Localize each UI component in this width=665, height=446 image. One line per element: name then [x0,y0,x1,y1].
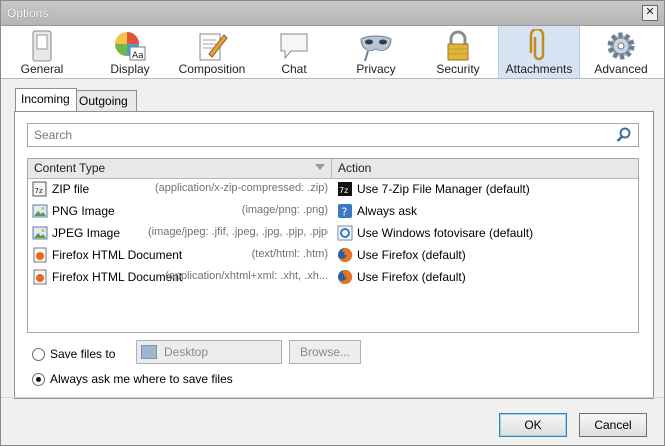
tab-outgoing[interactable]: Outgoing [73,90,137,111]
action-label: Use 7-Zip File Manager (default) [357,182,530,196]
type-name: Firefox HTML Document [52,270,183,284]
mask-icon [360,35,392,62]
content-type-list[interactable]: Content Type Action 7z ZIP file (applica… [27,158,639,333]
pane-display-button[interactable]: Aa Display [95,26,165,78]
column-label: Action [338,161,372,175]
incoming-panel: Search Content Type Action 7z ZIP file (… [14,111,654,399]
window-title: Options [7,6,49,20]
pane-label: Display [110,62,150,76]
html-file-icon [33,269,47,285]
mime-type: (application/xhtml+xml: .xht, .xh... [165,270,328,282]
ok-button[interactable]: OK [499,413,567,437]
mime-type: (image/jpeg: .jfif, .jpeg, .jpg, .pjp, .… [148,226,328,238]
image-file-icon [32,226,48,240]
mime-type: (application/x-zip-compressed: .zip) [154,182,328,194]
table-row[interactable]: JPEG Image (image/jpeg: .jfif, .jpeg, .j… [28,222,638,244]
pane-label: General [20,62,64,76]
action-label: Use Firefox (default) [357,248,466,262]
svg-text:?: ? [342,206,348,219]
type-name: JPEG Image [52,226,121,240]
compose-icon [199,33,228,61]
firefox-icon [338,247,353,262]
action-label: Use Windows fotovisare (default) [357,226,534,240]
type-name: PNG Image [52,204,115,218]
browse-button[interactable]: Browse... [289,340,361,364]
search-input[interactable]: Search [27,123,639,147]
content-type-cell: Firefox HTML Document (application/xhtml… [32,269,332,285]
pane-label: Privacy [356,62,396,76]
close-button[interactable]: ✕ [642,5,658,21]
firefox-icon [338,269,353,284]
list-header: Content Type Action [28,159,638,179]
pane-label: Chat [281,62,307,76]
pane-chat-button[interactable]: Chat [259,26,329,78]
ask-icon: ? [338,204,352,219]
content-type-cell: 7z ZIP file (application/x-zip-compresse… [32,181,332,197]
divider [1,397,664,398]
zip-file-icon: 7z [32,181,47,197]
chat-icon [280,33,308,60]
action-cell[interactable]: 7z Use 7-Zip File Manager (default) [337,181,627,197]
svg-text:7z: 7z [339,186,348,195]
table-row[interactable]: Firefox HTML Document (application/xhtml… [28,266,638,288]
column-header-action[interactable]: Action [332,159,637,178]
palette-icon: Aa [115,32,146,61]
table-row[interactable]: Firefox HTML Document (text/html: .htm) … [28,244,638,266]
pane-label: Advanced [594,62,648,76]
folder-name: Desktop [164,345,209,359]
sort-arrow-icon [315,164,325,170]
pane-attachments-button[interactable]: Attachments [498,26,580,78]
action-cell[interactable]: Use Firefox (default) [337,269,627,285]
mime-type: (image/png: .png) [241,204,328,216]
mime-type: (text/html: .htm) [251,248,328,260]
tab-incoming[interactable]: Incoming [15,88,77,111]
save-files-to-label[interactable]: Save files to [50,347,115,361]
cancel-button[interactable]: Cancel [579,413,647,437]
lock-icon [447,30,469,61]
pane-privacy-button[interactable]: Privacy [341,26,411,78]
paperclip-icon [529,29,545,61]
pane-advanced-button[interactable]: Advanced [586,26,656,78]
folder-icon [141,345,157,359]
type-name: Firefox HTML Document [52,248,183,262]
gear-icon [607,32,635,60]
pane-general-button[interactable]: General [7,26,77,78]
save-files-to-radio[interactable] [32,348,45,361]
table-row[interactable]: PNG Image (image/png: .png) ? Always ask [28,200,638,222]
svg-text:Aa: Aa [132,51,144,61]
action-cell[interactable]: Use Windows fotovisare (default) [337,225,627,241]
search-icon[interactable] [616,127,632,143]
column-header-content-type[interactable]: Content Type [28,159,332,178]
action-cell[interactable]: ? Always ask [337,203,627,219]
always-ask-label[interactable]: Always ask me where to save files [50,372,233,386]
always-ask-radio[interactable] [32,373,45,386]
pane-security-button[interactable]: Security [423,26,493,78]
pane-label: Attachments [505,62,573,76]
pane-composition-button[interactable]: Composition [177,26,247,78]
content-type-cell: Firefox HTML Document (text/html: .htm) [32,247,332,263]
photo-viewer-icon [337,225,353,241]
preferences-toolbar: General Aa Display Composition Chat Priv… [1,26,664,79]
pane-label: Security [436,62,480,76]
column-label: Content Type [34,161,106,175]
action-cell[interactable]: Use Firefox (default) [337,247,627,263]
search-placeholder: Search [34,128,73,142]
action-label: Always ask [357,204,418,218]
svg-text:7z: 7z [35,187,43,195]
pane-label: Composition [178,62,246,76]
content-type-cell: PNG Image (image/png: .png) [32,203,332,219]
options-dialog: Options ✕ General Aa Display Composition… [0,0,665,446]
table-row[interactable]: 7z ZIP file (application/x-zip-compresse… [28,178,638,200]
title-bar[interactable]: Options ✕ [1,1,664,26]
content-type-cell: JPEG Image (image/jpeg: .jfif, .jpeg, .j… [32,225,332,241]
image-file-icon [32,204,48,218]
html-file-icon [33,247,47,263]
type-name: ZIP file [52,182,90,196]
7zip-icon: 7z [338,182,352,196]
switch-icon [32,30,52,62]
download-folder-field: Desktop [136,340,282,364]
action-label: Use Firefox (default) [357,270,466,284]
